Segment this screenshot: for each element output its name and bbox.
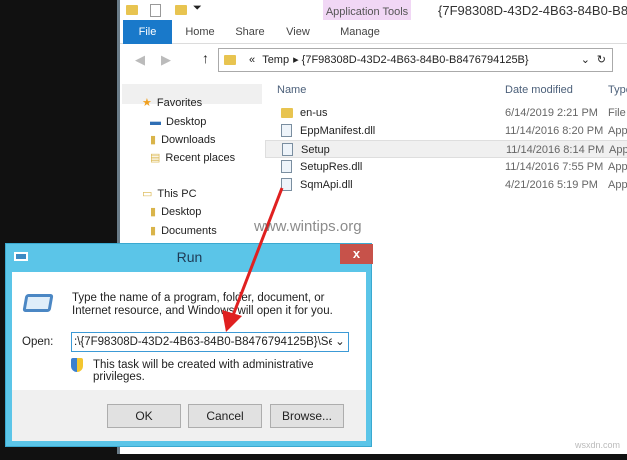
arrow-head (222, 310, 242, 332)
arrow-shaft (230, 187, 284, 319)
watermark: www.wintips.org (254, 218, 362, 235)
corner-watermark: wsxdn.com (575, 440, 621, 450)
